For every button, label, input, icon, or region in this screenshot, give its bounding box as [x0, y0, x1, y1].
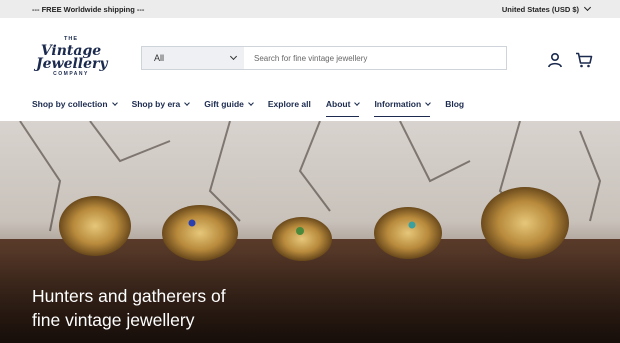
chevron-down-icon [111, 100, 118, 106]
nav-label: About [325, 99, 351, 109]
chevron-down-icon [184, 100, 191, 106]
announcement-text: --- FREE Worldwide shipping --- [32, 4, 145, 14]
nav-explore-all[interactable]: Explore all [268, 99, 311, 115]
nav-information[interactable]: Information [374, 99, 432, 117]
logo-jewellery: Jewellery [36, 55, 108, 72]
chevron-down-icon [248, 100, 254, 106]
announcement-bar: --- FREE Worldwide shipping --- United S… [0, 0, 620, 18]
account-icon[interactable] [547, 52, 563, 68]
nav-label: Information [374, 99, 422, 109]
search-category-select[interactable]: All [142, 47, 244, 69]
hero-line-2: fine vintage jewellery [32, 310, 195, 330]
nav-blog[interactable]: Blog [445, 99, 464, 115]
nav-shop-by-era[interactable]: Shop by era [131, 99, 191, 115]
logo-company: COMPANY [53, 70, 89, 77]
search-input[interactable] [244, 47, 506, 69]
chevron-down-icon [583, 3, 592, 12]
chevron-down-icon [425, 100, 432, 106]
hero-heading: Hunters and gatherers of fine vintage je… [32, 284, 292, 332]
chevron-down-icon [229, 52, 238, 61]
currency-selector[interactable]: United States (USD $) [501, 3, 592, 14]
header-icons [547, 52, 593, 68]
search-category-label: All [154, 53, 165, 63]
logo[interactable]: THE Vintage Jewellery COMPANY [36, 36, 108, 83]
nav-label: Shop by collection [32, 99, 108, 109]
nav-about[interactable]: About [325, 99, 361, 117]
hero-line-1: Hunters and gatherers of [32, 286, 226, 306]
nav-shop-by-collection[interactable]: Shop by collection [32, 99, 118, 115]
cart-icon[interactable] [575, 52, 593, 68]
nav-label: Shop by era [131, 99, 181, 109]
logo-the: THE [64, 36, 78, 42]
nav-label: Gift guide [204, 99, 244, 109]
nav-label: Explore all [267, 99, 311, 109]
currency-label: United States (USD $) [501, 4, 579, 14]
nav-label: Blog [445, 99, 465, 109]
main-nav: Shop by collection Shop by era Gift guid… [32, 99, 479, 117]
search-bar: All [141, 46, 507, 70]
hero-banner: Hunters and gatherers of fine vintage je… [0, 121, 620, 343]
chevron-down-icon [354, 100, 361, 106]
nav-gift-guide[interactable]: Gift guide [204, 99, 254, 115]
